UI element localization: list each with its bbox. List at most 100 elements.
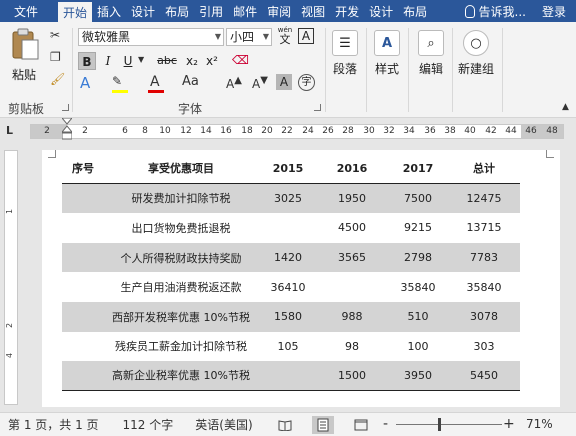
bold-button[interactable]: B (78, 52, 96, 70)
tab-layout[interactable]: 布局 (160, 0, 194, 22)
tab-view[interactable]: 视图 (296, 0, 330, 22)
zoom-slider-track[interactable] (396, 424, 502, 425)
zoom-out-button[interactable]: - (383, 416, 388, 432)
clear-formatting-icon[interactable]: ⌫ (232, 53, 249, 67)
zoom-level[interactable]: 71% (526, 417, 553, 431)
enclose-characters-icon[interactable]: 字 (298, 74, 315, 91)
italic-button[interactable]: I (99, 52, 117, 70)
paste-button[interactable]: 粘贴 (8, 28, 42, 84)
clipboard-icon (12, 28, 39, 60)
tab-mailings[interactable]: 邮件 (228, 0, 262, 22)
font-launcher-icon[interactable] (314, 104, 321, 111)
highlight-icon[interactable]: ✎ (112, 74, 122, 88)
table-cell: 303 (473, 339, 495, 353)
shrink-font-icon[interactable]: A▼ (252, 75, 268, 91)
table-cell: 36410 (270, 280, 306, 294)
tab-selector[interactable]: L (6, 124, 13, 137)
ruler-number: 10 (159, 126, 171, 136)
horizontal-ruler[interactable]: L 2 2 6 8 10 12 14 16 18 20 22 24 26 28 30 32 34 36 38 40 42… (0, 117, 576, 144)
tab-table-layout[interactable]: 布局 (398, 0, 432, 22)
table-row[interactable]: 研发费加计扣除节税 3025 1950 7500 12475 (62, 183, 520, 214)
data-table[interactable]: 序号 享受优惠项目 2015 2016 2017 总计 研发费加计扣除节税 30… (62, 154, 520, 391)
table-row[interactable]: 出口货物免费抵退税 4500 9215 13715 (62, 213, 520, 243)
change-case-button[interactable]: Aa (182, 74, 199, 89)
paragraph-button[interactable]: ☰ 段落 (330, 30, 360, 77)
grow-font-icon[interactable]: A▲ (226, 75, 242, 91)
table-cell: 105 (277, 339, 299, 353)
table-row[interactable]: 高新企业税率优惠 10%节税 1500 3950 5450 (62, 361, 520, 391)
tell-me-box[interactable]: 告诉我... (459, 0, 532, 22)
table-header-row: 序号 享受优惠项目 2015 2016 2017 总计 (62, 154, 520, 184)
styles-button[interactable]: A 样式 (372, 30, 402, 77)
superscript-button[interactable]: x² (203, 52, 221, 70)
table-row[interactable]: 生产自用油消费税返还款 36410 35840 35840 (62, 272, 520, 302)
font-size-select[interactable]: 小四 ▼ (226, 28, 272, 46)
cut-icon[interactable]: ✂ (50, 28, 60, 42)
ruler-number: 20 (261, 126, 273, 136)
ruler-number: 46 (525, 126, 537, 136)
document-page[interactable]: 序号 享受优惠项目 2015 2016 2017 总计 研发费加计扣除节税 30… (42, 150, 560, 407)
font-color-bar (148, 90, 164, 93)
ruler-number: 24 (302, 126, 314, 136)
paragraph-icon: ☰ (332, 30, 358, 56)
tab-design[interactable]: 设计 (126, 0, 160, 22)
copy-icon[interactable]: ❐ (50, 50, 61, 64)
login-button[interactable]: 登录 (532, 0, 576, 22)
table-cell: 9215 (404, 221, 432, 235)
ruler-number: 14 (200, 126, 212, 136)
lightbulb-icon (464, 4, 475, 18)
subscript-button[interactable]: x₂ (183, 52, 201, 70)
table-row[interactable]: 残疾员工薪金加计扣除节税 105 98 100 303 (62, 332, 520, 362)
page-count[interactable]: 第 1 页，共 1 页 (0, 416, 107, 433)
group-divider (325, 28, 326, 112)
status-bar: 第 1 页，共 1 页 112 个字 英语(美国) - + 71% (0, 412, 576, 436)
underline-button[interactable]: U (119, 52, 137, 70)
tab-developer[interactable]: 开发 (330, 0, 364, 22)
chevron-down-icon[interactable]: ▼ (138, 55, 144, 64)
print-layout-icon[interactable] (312, 416, 334, 434)
table-cell: 西部开发税率优惠 10%节税 (112, 310, 250, 324)
web-layout-icon[interactable] (350, 416, 372, 434)
table-cell: 3078 (470, 310, 498, 324)
ruler-strip: 2 2 6 8 10 12 14 16 18 20 22 24 26 28 30 32 34 36 38 40 42 44… (30, 124, 564, 139)
strikethrough-button[interactable]: abc (155, 52, 179, 70)
tab-table-design[interactable]: 设计 (364, 0, 398, 22)
table-cell: 个人所得税财政扶持奖励 (120, 251, 242, 265)
collapse-ribbon-icon[interactable]: ▲ (562, 102, 569, 112)
zoom-slider-thumb[interactable] (438, 418, 441, 431)
tab-file[interactable]: 文件 (0, 0, 58, 22)
indent-marker-icon[interactable] (60, 117, 74, 144)
tab-references[interactable]: 引用 (194, 0, 228, 22)
table-cell: 1950 (338, 191, 366, 205)
character-border-button[interactable]: A (298, 28, 314, 44)
table-row[interactable]: 西部开发税率优惠 10%节税 1580 988 510 3078 (62, 301, 520, 332)
editing-button[interactable]: ⌕ 编辑 (416, 30, 446, 77)
text-effects-icon[interactable]: A (80, 74, 90, 92)
tab-home[interactable]: 开始 (58, 2, 93, 22)
phonetic-guide-button[interactable]: wén 文 (276, 26, 294, 45)
clipboard-launcher-icon[interactable] (62, 104, 69, 111)
tab-insert[interactable]: 插入 (92, 0, 126, 22)
font-name-select[interactable]: 微软雅黑 ▼ (78, 28, 224, 46)
ruler-number: 18 (241, 126, 253, 136)
table-cell: 残疾员工薪金加计扣除节税 (115, 340, 247, 354)
table-cell: 98 (345, 339, 359, 353)
zoom-in-button[interactable]: + (503, 416, 515, 432)
read-mode-icon[interactable] (274, 416, 296, 434)
vertical-ruler[interactable]: 1 2 4 (4, 150, 18, 405)
format-painter-icon[interactable]: 🖌 (50, 72, 65, 86)
header-cell: 2015 (272, 161, 304, 175)
table-row[interactable]: 个人所得税财政扶持奖励 1420 3565 2798 7783 (62, 242, 520, 273)
table-cell: 研发费加计扣除节税 (131, 192, 231, 206)
group-divider (452, 28, 453, 112)
new-group-button[interactable]: ○ 新建组 (456, 30, 496, 77)
tell-me-label: 告诉我... (478, 4, 526, 19)
table-cell: 生产自用油消费税返还款 (120, 281, 242, 295)
tab-review[interactable]: 审阅 (262, 0, 296, 22)
table-cell: 3950 (404, 368, 432, 382)
character-shading-button[interactable]: A (276, 74, 292, 90)
word-count[interactable]: 112 个字 (115, 416, 182, 433)
font-color-icon[interactable]: A (150, 74, 160, 90)
vruler-num: 4 (5, 352, 15, 359)
language-indicator[interactable]: 英语(美国) (187, 416, 260, 433)
